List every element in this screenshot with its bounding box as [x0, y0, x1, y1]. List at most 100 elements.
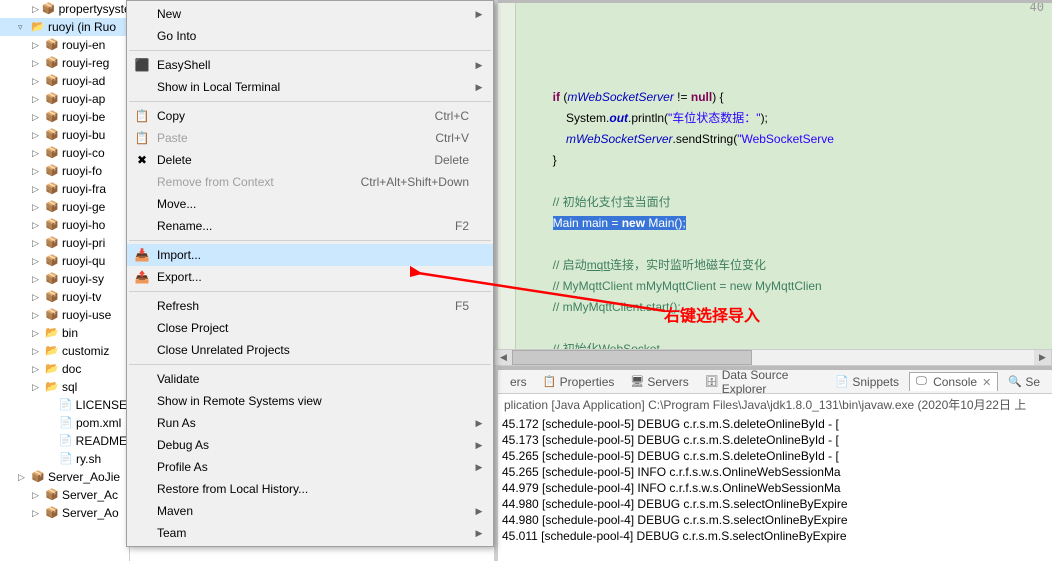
tree-label: propertysystem: [59, 2, 130, 16]
menu-item-rename[interactable]: Rename...F2: [127, 215, 493, 237]
expand-arrow-icon[interactable]: ▷: [18, 472, 28, 483]
expand-arrow-icon[interactable]: ▷: [32, 130, 42, 141]
tree-label: Server_Ao: [62, 506, 119, 520]
console-output[interactable]: 45.172 [schedule-pool-5] DEBUG c.r.s.m.S…: [498, 415, 1052, 561]
menu-item-maven[interactable]: Maven▶: [127, 500, 493, 522]
expand-arrow-icon[interactable]: ▷: [32, 256, 42, 267]
tree-item[interactable]: 📄pom.xml: [0, 414, 129, 432]
tree-item[interactable]: ▷📦Server_Ao: [0, 504, 129, 522]
expand-arrow-icon[interactable]: ▿: [18, 22, 28, 33]
submenu-arrow-icon: ▶: [473, 528, 485, 539]
menu-item-export[interactable]: 📤Export...: [127, 266, 493, 288]
expand-arrow-icon[interactable]: ▷: [32, 94, 42, 105]
tree-item[interactable]: ▷📦ruoyi-fo: [0, 162, 129, 180]
tree-item[interactable]: ▷📦ruoyi-use: [0, 306, 129, 324]
tab-console[interactable]: 🖵Console✕: [909, 372, 998, 391]
expand-arrow-icon[interactable]: ▷: [32, 508, 42, 519]
tree-item[interactable]: ▷📦ruoyi-bu: [0, 126, 129, 144]
tree-item[interactable]: ▷📦ruoyi-co: [0, 144, 129, 162]
tree-item[interactable]: ▷📦ruoyi-fra: [0, 180, 129, 198]
expand-arrow-icon[interactable]: ▷: [32, 184, 42, 195]
tree-item[interactable]: ▷📦ruoyi-tv: [0, 288, 129, 306]
menu-label: EasyShell: [153, 58, 469, 72]
tree-item[interactable]: ▷📦propertysystem: [0, 0, 129, 18]
tree-item[interactable]: ▷📦ruoyi-qu: [0, 252, 129, 270]
console-line: 45.173 [schedule-pool-5] DEBUG c.r.s.m.S…: [502, 432, 1048, 448]
menu-item-easyshell[interactable]: ⬛EasyShell▶: [127, 54, 493, 76]
expand-arrow-icon[interactable]: ▷: [32, 364, 42, 375]
tab-search[interactable]: 🔍Se: [1002, 373, 1046, 391]
tree-item[interactable]: 📄LICENSE: [0, 396, 129, 414]
expand-arrow-icon[interactable]: ▷: [32, 274, 42, 285]
menu-item-run-as[interactable]: Run As▶: [127, 412, 493, 434]
tree-item[interactable]: ▿📂ruoyi (in Ruo: [0, 18, 129, 36]
tab-snippets[interactable]: 📄Snippets: [829, 373, 905, 391]
expand-arrow-icon[interactable]: ▷: [32, 148, 42, 159]
menu-item-team[interactable]: Team▶: [127, 522, 493, 544]
tree-item[interactable]: ▷📂doc: [0, 360, 129, 378]
tree-item[interactable]: 📄README: [0, 432, 129, 450]
expand-arrow-icon[interactable]: ▷: [32, 490, 42, 501]
menu-item-validate[interactable]: Validate: [127, 368, 493, 390]
menu-item-go-into[interactable]: Go Into: [127, 25, 493, 47]
menu-shortcut: Delete: [434, 153, 473, 167]
expand-arrow-icon[interactable]: ▷: [32, 76, 42, 87]
expand-arrow-icon[interactable]: ▷: [32, 292, 42, 303]
tree-item[interactable]: ▷📂sql: [0, 378, 129, 396]
menu-item-debug-as[interactable]: Debug As▶: [127, 434, 493, 456]
menu-item-copy[interactable]: 📋CopyCtrl+C: [127, 105, 493, 127]
tab-data-source[interactable]: 🗄Data Source Explorer: [699, 366, 826, 398]
expand-arrow-icon[interactable]: ▷: [32, 58, 42, 69]
menu-item-restore-from-local-history[interactable]: Restore from Local History...: [127, 478, 493, 500]
menu-item-show-in-remote-systems-view[interactable]: Show in Remote Systems view: [127, 390, 493, 412]
tab-markers[interactable]: ers: [504, 373, 533, 391]
tree-item[interactable]: ▷📂customiz: [0, 342, 129, 360]
tree-item[interactable]: ▷📂bin: [0, 324, 129, 342]
menu-item-close-project[interactable]: Close Project: [127, 317, 493, 339]
menu-item-delete[interactable]: ✖DeleteDelete: [127, 149, 493, 171]
menu-item-import[interactable]: 📥Import...: [127, 244, 493, 266]
expand-arrow-icon[interactable]: ▷: [32, 112, 42, 123]
expand-arrow-icon[interactable]: ▷: [32, 328, 42, 339]
expand-arrow-icon[interactable]: ▷: [32, 166, 42, 177]
tree-item[interactable]: ▷📦Server_Ac: [0, 486, 129, 504]
expand-arrow-icon[interactable]: ▷: [32, 202, 42, 213]
tree-item[interactable]: ▷📦Server_AoJie: [0, 468, 129, 486]
tree-item[interactable]: ▷📦ruoyi-pri: [0, 234, 129, 252]
expand-arrow-icon[interactable]: ▷: [32, 382, 42, 393]
expand-arrow-icon[interactable]: ▷: [32, 4, 39, 15]
tree-item[interactable]: ▷📦rouyi-en: [0, 36, 129, 54]
expand-arrow-icon[interactable]: ▷: [32, 238, 42, 249]
tree-item[interactable]: ▷📦ruoyi-ho: [0, 216, 129, 234]
tree-item[interactable]: ▷📦ruoyi-ad: [0, 72, 129, 90]
expand-arrow-icon[interactable]: ▷: [32, 310, 42, 321]
expand-arrow-icon[interactable]: ▷: [32, 220, 42, 231]
menu-item-new[interactable]: New▶: [127, 3, 493, 25]
menu-item-profile-as[interactable]: Profile As▶: [127, 456, 493, 478]
project-explorer[interactable]: ▷📦propertysystem▿📂ruoyi (in Ruo▷📦rouyi-e…: [0, 0, 130, 561]
expand-arrow-icon[interactable]: ▷: [32, 346, 42, 357]
close-icon[interactable]: ✕: [982, 376, 991, 389]
menu-item-move[interactable]: Move...: [127, 193, 493, 215]
tab-servers[interactable]: 🖥Servers: [624, 373, 694, 391]
expand-arrow-icon[interactable]: ▷: [32, 40, 42, 51]
scroll-thumb[interactable]: [512, 350, 752, 365]
horizontal-scrollbar[interactable]: ◀ ▶: [494, 349, 1052, 366]
scroll-right-button[interactable]: ▶: [1034, 350, 1051, 365]
tree-item[interactable]: ▷📦ruoyi-ap: [0, 90, 129, 108]
code-editor[interactable]: 40 if (mWebSocketServer != null) { Syste…: [498, 0, 1052, 366]
menu-item-show-in-local-terminal[interactable]: Show in Local Terminal▶: [127, 76, 493, 98]
editor-gutter: [498, 3, 516, 366]
tree-item[interactable]: ▷📦rouyi-reg: [0, 54, 129, 72]
tree-item[interactable]: ▷📦ruoyi-be: [0, 108, 129, 126]
tree-item[interactable]: ▷📦ruoyi-ge: [0, 198, 129, 216]
tree-item[interactable]: ▷📦ruoyi-sy: [0, 270, 129, 288]
tab-properties[interactable]: 📋Properties: [537, 373, 621, 391]
menu-separator: [129, 291, 491, 292]
menu-label: Show in Local Terminal: [153, 80, 469, 94]
scroll-left-button[interactable]: ◀: [495, 350, 512, 365]
tree-label: doc: [62, 362, 81, 376]
menu-item-close-unrelated-projects[interactable]: Close Unrelated Projects: [127, 339, 493, 361]
menu-item-refresh[interactable]: RefreshF5: [127, 295, 493, 317]
tree-item[interactable]: 📄ry.sh: [0, 450, 129, 468]
